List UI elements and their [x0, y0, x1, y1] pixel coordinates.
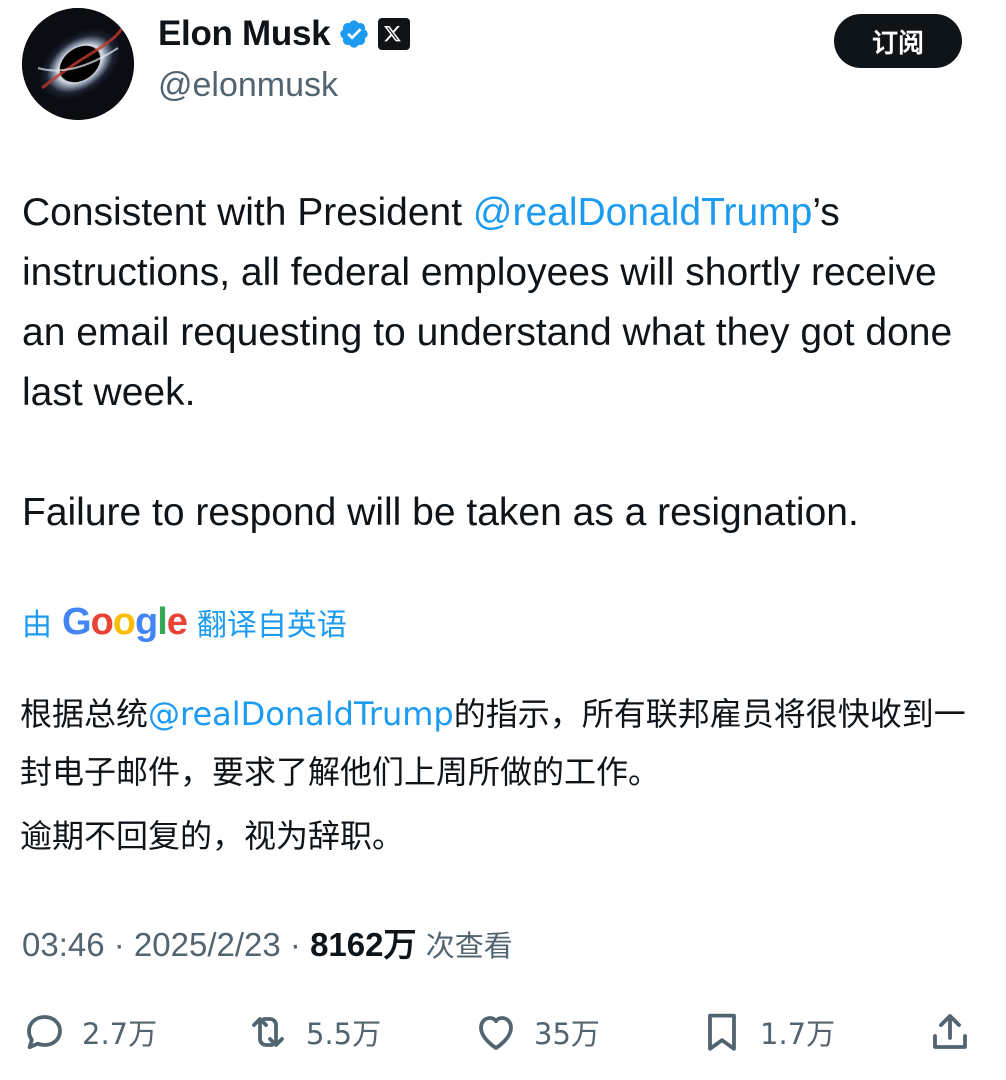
like-button[interactable]: 35万	[472, 1000, 600, 1064]
x-logo-icon[interactable]	[378, 18, 411, 50]
author-name-row: Elon Musk	[158, 14, 411, 54]
repost-icon	[252, 1017, 284, 1047]
reply-count: 2.7万	[82, 1017, 158, 1051]
subscribe-button[interactable]: 订阅	[834, 14, 962, 68]
translated-text: 根据总统@realDonaldTrump的指示，所有联邦雇员将很快收到一封电子邮…	[20, 685, 986, 865]
tweet-text: Consistent with President @realDonaldTru…	[22, 183, 982, 543]
translation-suffix: 翻译自英语	[196, 608, 347, 643]
repost-count: 5.5万	[306, 1017, 382, 1051]
verified-badge-icon[interactable]	[338, 18, 370, 50]
view-count: 8162万	[310, 926, 417, 963]
bookmark-count: 1.7万	[760, 1017, 836, 1051]
bookmark-icon	[708, 1013, 736, 1051]
tweet-header: Elon Musk @elonmusk 订阅	[0, 0, 1006, 140]
bookmark-button[interactable]: 1.7万	[698, 1000, 835, 1064]
translated-paragraph: 逾期不回复的，视为辞职。	[20, 817, 405, 855]
translation-attribution[interactable]: 由 Google 翻译自英语	[22, 600, 347, 644]
google-logo: Google	[62, 600, 188, 643]
author-handle[interactable]: @elonmusk	[158, 66, 338, 105]
tweet-meta: 03:46 · 2025/2/23 · 8162万 次查看	[22, 918, 513, 966]
reply-button[interactable]: 2.7万	[20, 1000, 157, 1064]
translation-prefix: 由	[22, 608, 52, 643]
mention-link[interactable]: @realDonaldTrump	[148, 695, 454, 733]
translated-paragraph: 根据总统@realDonaldTrump的指示，所有联邦雇员将很快收到一封电子邮…	[20, 685, 986, 801]
share-icon	[933, 1014, 967, 1049]
translated-span: 根据总统	[20, 695, 149, 733]
avatar-image	[22, 8, 134, 120]
mention-link[interactable]: @realDonaldTrump	[473, 191, 812, 234]
meta-separator: ·	[104, 926, 134, 963]
tweet-paragraph: Failure to respond will be taken as a re…	[22, 491, 859, 534]
tweet-date[interactable]: 2025/2/23	[134, 926, 281, 963]
share-button[interactable]	[926, 1000, 974, 1064]
avatar[interactable]	[22, 8, 134, 120]
view-count-label: 次查看	[416, 929, 513, 963]
reply-icon	[27, 1015, 62, 1050]
author-name[interactable]: Elon Musk	[158, 14, 331, 54]
repost-button[interactable]: 5.5万	[244, 1000, 381, 1064]
action-bar: 2.7万 5.5万 35万 1.7万	[0, 1000, 1006, 1064]
meta-separator: ·	[280, 926, 311, 963]
like-count: 35万	[534, 1017, 600, 1051]
heart-icon	[479, 1016, 513, 1050]
tweet-text-span: Consistent with President	[22, 191, 473, 234]
tweet-paragraph: Consistent with President @realDonaldTru…	[22, 183, 982, 423]
tweet-time[interactable]: 03:46	[22, 926, 105, 963]
